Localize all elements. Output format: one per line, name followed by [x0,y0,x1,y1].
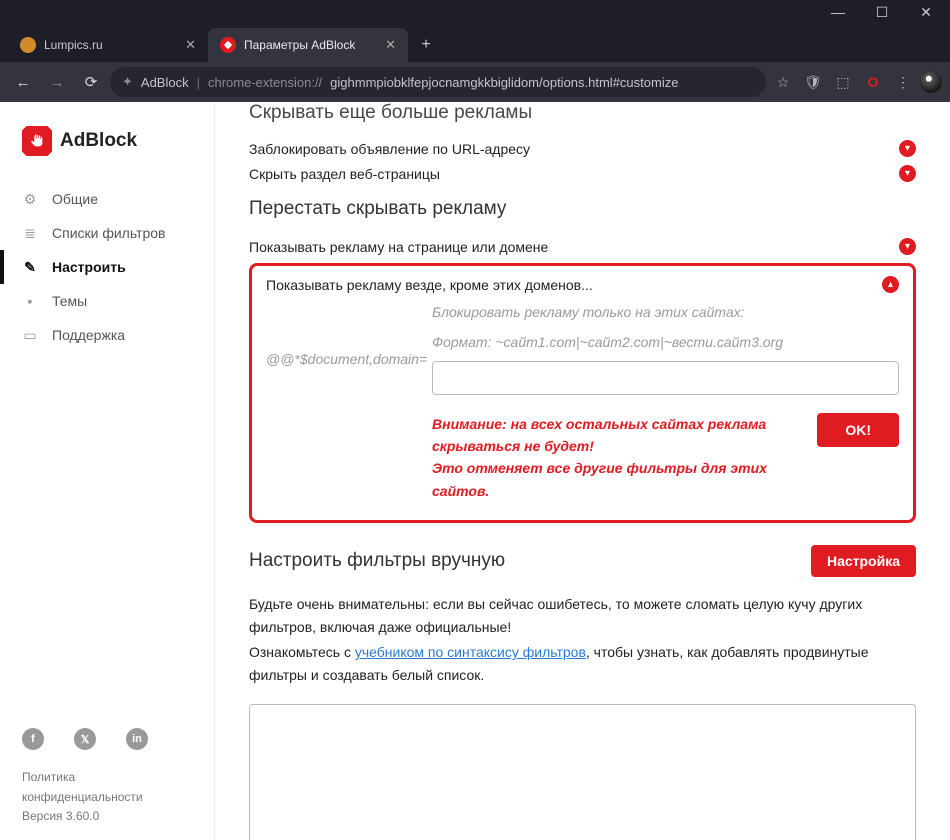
window-titlebar: — ☐ ✕ [0,0,950,24]
section-hide-more-title: Скрывать еще больше рекламы [249,102,916,124]
favorite-icon[interactable]: ☆ [770,69,796,95]
back-button[interactable]: ← [8,67,38,97]
forward-button[interactable]: → [42,67,72,97]
syntax-tutorial-link[interactable]: учебником по синтаксису фильтров [355,644,586,660]
main-panel: Скрывать еще больше рекламы Заблокироват… [215,102,950,840]
sidebar-item-label: Настроить [52,259,126,275]
tab-strip: Lumpics.ru ✕ Параметры AdBlock ✕ + [0,24,950,62]
section-stop-hiding-title: Перестать скрывать рекламу [249,198,916,220]
opera-icon[interactable]: O [860,69,886,95]
hint-format: Формат: ~сайт1.com|~сайт2.com|~вести.сай… [432,331,899,355]
shield-icon[interactable]: 🛡 [800,69,826,95]
gear-icon: ⚙ [22,191,38,207]
lumpics-favicon [20,37,36,53]
tab-label: Lumpics.ru [44,38,103,52]
sidebar: AdBlock ⚙ Общие ≣ Списки фильтров ✎ Наст… [0,102,215,840]
theme-icon: ▪ [22,293,38,309]
url-path: gighmmpiobklfepjocnamgkkbiglidom/options… [330,75,678,90]
manual-filters-header: Настроить фильтры вручную Настройка [249,545,916,577]
pencil-icon: ✎ [22,259,38,275]
row-show-except[interactable]: Показывать рекламу везде, кроме этих дом… [266,272,899,297]
highlight-except-domains: Показывать рекламу везде, кроме этих дом… [249,263,916,523]
sidebar-item-label: Поддержка [52,327,125,343]
expand-icon[interactable]: ▾ [899,140,916,157]
row-show-on-page[interactable]: Показывать рекламу на странице или домен… [249,234,916,259]
extension-name: AdBlock [141,75,189,90]
twitter-icon[interactable]: 𝕏 [74,728,96,750]
tab-close-icon[interactable]: ✕ [185,37,196,53]
tab-label: Параметры AdBlock [244,38,355,52]
extension-icon: ✦ [122,74,133,90]
sidebar-item-label: Темы [52,293,87,309]
row-label: Показывать рекламу на странице или домен… [249,239,548,255]
domains-input[interactable] [432,361,899,395]
brand-name: AdBlock [60,130,137,152]
window-minimize-button[interactable]: — [816,0,860,24]
row-block-by-url[interactable]: Заблокировать объявление по URL-адресу ▾ [249,136,916,161]
profile-avatar[interactable] [920,71,942,93]
configure-button[interactable]: Настройка [811,545,916,577]
adblock-favicon [220,37,236,53]
menu-icon[interactable]: ⋮ [890,69,916,95]
sidebar-item-customize[interactable]: ✎ Настроить [0,250,214,284]
row-label: Показывать рекламу везде, кроме этих дом… [266,277,593,293]
url-field[interactable]: ✦ AdBlock | chrome-extension://gighmmpio… [110,67,766,97]
warning-text: Внимание: на всех остальных сайтах рекла… [432,413,803,503]
ok-button[interactable]: OK! [817,413,899,447]
list-icon: ≣ [22,225,38,241]
sidebar-item-label: Списки фильтров [52,225,165,241]
collapse-icon[interactable]: ▴ [882,276,899,293]
manual-tutorial-text: Ознакомьтесь с учебником по синтаксису ф… [249,641,916,687]
reload-button[interactable]: ⟳ [76,67,106,97]
sidebar-item-support[interactable]: ▭ Поддержка [0,318,214,352]
row-label: Скрыть раздел веб-страницы [249,166,440,182]
window-maximize-button[interactable]: ☐ [860,0,904,24]
version-label: Версия 3.60.0 [22,807,192,826]
url-prefix: chrome-extension:// [208,75,322,90]
sidebar-item-themes[interactable]: ▪ Темы [0,284,214,318]
tab-adblock-options[interactable]: Параметры AdBlock ✕ [208,28,408,62]
address-bar: ← → ⟳ ✦ AdBlock | chrome-extension://gig… [0,62,950,102]
cube-icon[interactable]: ⬚ [830,69,856,95]
row-label: Заблокировать объявление по URL-адресу [249,141,530,157]
window-close-button[interactable]: ✕ [904,0,948,24]
row-hide-section[interactable]: Скрыть раздел веб-страницы ▾ [249,161,916,186]
expand-icon[interactable]: ▾ [899,165,916,182]
sidebar-item-label: Общие [52,191,98,207]
chat-icon: ▭ [22,327,38,343]
adblock-logo: AdBlock [0,120,214,182]
sidebar-item-filters[interactable]: ≣ Списки фильтров [0,216,214,250]
sidebar-item-general[interactable]: ⚙ Общие [0,182,214,216]
filter-prefix-label: @@*$document,domain= [266,301,422,367]
tab-lumpics[interactable]: Lumpics.ru ✕ [8,28,208,62]
manual-filters-textarea[interactable] [249,704,916,840]
manual-warning-text: Будьте очень внимательны: если вы сейчас… [249,593,916,639]
new-tab-button[interactable]: + [412,31,440,59]
section-manual-title: Настроить фильтры вручную [249,550,505,572]
adblock-logo-icon [22,126,52,156]
hint-sites-only: Блокировать рекламу только на этих сайта… [432,301,899,325]
facebook-icon[interactable]: f [22,728,44,750]
tab-close-icon[interactable]: ✕ [385,37,396,53]
linkedin-icon[interactable]: in [126,728,148,750]
sidebar-footer: f 𝕏 in Политика конфиденциальности Верси… [0,714,214,840]
privacy-link[interactable]: Политика конфиденциальности [22,768,192,806]
expand-icon[interactable]: ▾ [899,238,916,255]
page-content: AdBlock ⚙ Общие ≣ Списки фильтров ✎ Наст… [0,102,950,840]
